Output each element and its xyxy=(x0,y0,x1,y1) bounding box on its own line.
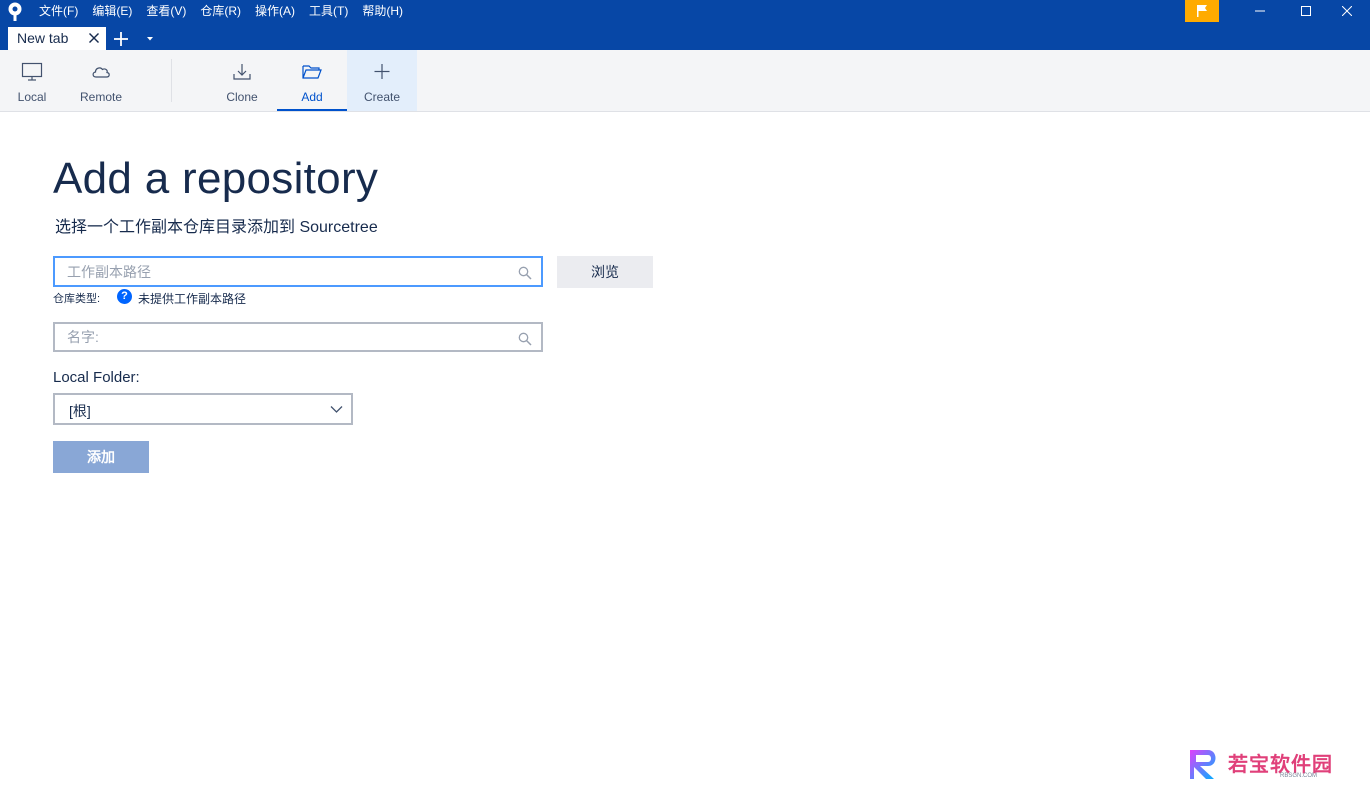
toolbar-local-label: Local xyxy=(8,90,56,104)
folder-open-icon xyxy=(301,62,323,82)
menu-view[interactable]: 查看(V) xyxy=(139,0,193,22)
flag-icon xyxy=(1196,4,1208,18)
menu-repository[interactable]: 仓库(R) xyxy=(193,0,248,22)
search-icon xyxy=(518,332,532,346)
cloud-icon xyxy=(90,62,112,82)
toolbar: Local Remote Clone Add Create xyxy=(0,50,1370,112)
menu-actions[interactable]: 操作(A) xyxy=(248,0,302,22)
chevron-down-icon xyxy=(330,404,343,414)
minimize-button[interactable] xyxy=(1237,0,1283,22)
toolbar-clone-button[interactable]: Clone xyxy=(207,50,277,111)
watermark-logo-icon xyxy=(1188,746,1224,782)
name-input[interactable] xyxy=(67,324,497,350)
close-window-button[interactable] xyxy=(1324,0,1370,22)
tab-new-tab[interactable]: New tab xyxy=(8,27,106,50)
toolbar-create-label: Create xyxy=(347,90,417,104)
page-title: Add a repository xyxy=(53,154,378,204)
toolbar-separator xyxy=(171,59,172,102)
search-icon xyxy=(518,266,532,280)
menu-file[interactable]: 文件(F) xyxy=(32,0,85,22)
browse-button[interactable]: 浏览 xyxy=(557,256,653,288)
notification-flag-button[interactable] xyxy=(1185,0,1219,22)
maximize-icon xyxy=(1301,6,1311,16)
local-folder-value: [根] xyxy=(69,401,91,421)
menu-edit[interactable]: 编辑(E) xyxy=(85,0,139,22)
new-tab-plus-icon[interactable] xyxy=(112,30,130,48)
monitor-icon xyxy=(21,62,43,82)
minimize-icon xyxy=(1255,6,1265,16)
working-copy-path-input[interactable] xyxy=(67,258,497,285)
local-folder-select[interactable]: [根] xyxy=(53,393,353,425)
repo-type-label: 仓库类型: xyxy=(53,290,100,306)
help-icon: ? xyxy=(117,289,132,304)
toolbar-create-button[interactable]: Create xyxy=(347,50,417,111)
maximize-button[interactable] xyxy=(1283,0,1329,22)
close-icon xyxy=(1342,6,1352,16)
menu-bar: 文件(F) 编辑(E) 查看(V) 仓库(R) 操作(A) 工具(T) 帮助(H… xyxy=(32,0,410,22)
title-bar: 文件(F) 编辑(E) 查看(V) 仓库(R) 操作(A) 工具(T) 帮助(H… xyxy=(0,0,1370,50)
menu-tools[interactable]: 工具(T) xyxy=(302,0,355,22)
download-icon xyxy=(231,62,253,82)
tab-close-icon[interactable] xyxy=(88,32,100,44)
working-copy-path-field[interactable] xyxy=(53,256,543,287)
local-folder-label: Local Folder: xyxy=(53,369,140,386)
toolbar-remote-label: Remote xyxy=(70,90,132,104)
toolbar-add-button[interactable]: Add xyxy=(277,50,347,111)
add-button[interactable]: 添加 xyxy=(53,441,149,473)
watermark: 若宝软件园 RBSGN.COM xyxy=(1188,746,1350,784)
tab-label: New tab xyxy=(17,30,68,46)
tab-dropdown-chevron-icon[interactable] xyxy=(144,34,156,44)
toolbar-add-label: Add xyxy=(277,90,347,104)
sourcetree-logo-icon xyxy=(6,2,24,22)
repo-type-value: 未提供工作副本路径 xyxy=(138,290,246,307)
watermark-subtext: RBSGN.COM xyxy=(1280,773,1317,779)
toolbar-local-button[interactable]: Local xyxy=(8,50,56,111)
page-subtitle: 选择一个工作副本仓库目录添加到 Sourcetree xyxy=(55,213,378,237)
name-field[interactable] xyxy=(53,322,543,352)
toolbar-clone-label: Clone xyxy=(207,90,277,104)
menu-help[interactable]: 帮助(H) xyxy=(355,0,410,22)
plus-icon xyxy=(371,62,393,82)
toolbar-remote-button[interactable]: Remote xyxy=(70,50,132,111)
